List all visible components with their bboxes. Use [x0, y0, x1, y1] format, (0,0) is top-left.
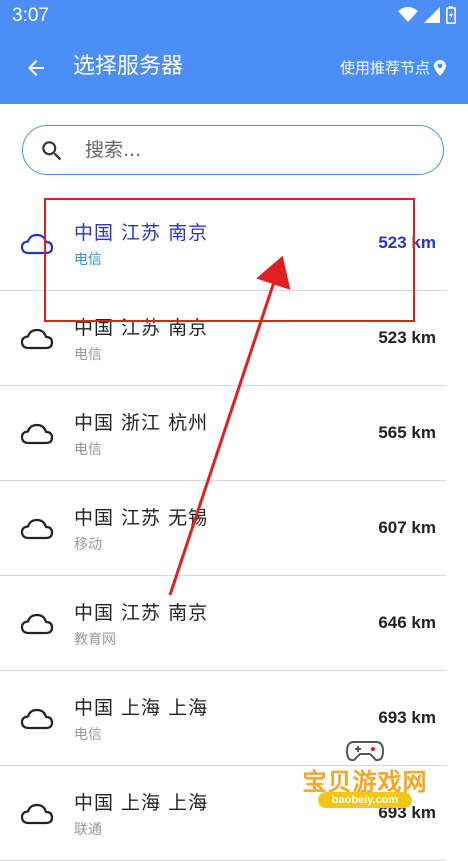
use-recommended-node-button[interactable]: 使用推荐节点 — [340, 57, 446, 78]
server-row[interactable]: 中国 江苏 无锡 移动 607 km — [0, 481, 468, 576]
page-title: 选择服务器 — [73, 54, 184, 79]
server-distance: 523 km — [378, 233, 436, 252]
cloud-icon — [20, 803, 54, 825]
status-time: 3:07 — [12, 5, 49, 26]
server-distance: 693 km — [378, 708, 436, 727]
status-icons — [398, 6, 456, 24]
arrow-left-icon — [28, 60, 44, 76]
cloud-icon — [20, 233, 54, 255]
server-isp: 教育网 — [74, 632, 116, 648]
server-location: 中国 上海 上海 — [74, 697, 209, 719]
gamepad-icon — [346, 741, 384, 762]
server-distance: 565 km — [378, 423, 436, 442]
server-location: 中国 江苏 南京 — [74, 317, 209, 339]
cloud-icon — [20, 423, 54, 445]
cloud-icon — [20, 708, 54, 730]
server-isp: 电信 — [74, 442, 102, 458]
cloud-icon — [20, 518, 54, 540]
status-bar: 3:07 — [0, 0, 468, 32]
search-input[interactable] — [85, 136, 425, 164]
server-isp: 电信 — [74, 252, 102, 268]
app-bar: 选择服务器 使用推荐节点 — [0, 32, 468, 104]
server-isp: 联通 — [74, 822, 102, 838]
server-distance: 646 km — [378, 613, 436, 632]
server-distance: 607 km — [378, 518, 436, 537]
search-bar[interactable] — [22, 125, 444, 175]
server-isp: 电信 — [74, 347, 102, 363]
server-isp: 移动 — [74, 537, 102, 553]
server-row[interactable]: 中国 江苏 南京 电信 523 km — [0, 196, 468, 291]
battery-icon — [446, 6, 456, 24]
server-row[interactable]: 中国 江苏 南京 电信 523 km — [0, 291, 468, 386]
watermark: 宝贝游戏网 baobeiy.com — [290, 740, 440, 812]
server-distance: 523 km — [378, 328, 436, 347]
server-location: 中国 江苏 南京 — [74, 602, 209, 624]
cloud-icon — [20, 613, 54, 635]
back-button[interactable] — [16, 48, 56, 88]
server-row[interactable]: 中国 浙江 杭州 电信 565 km — [0, 386, 468, 481]
location-pin-icon — [434, 59, 446, 76]
server-location: 中国 上海 上海 — [74, 792, 209, 814]
server-location: 中国 江苏 无锡 — [74, 507, 209, 529]
wifi-icon — [398, 7, 418, 22]
server-isp: 电信 — [74, 727, 102, 743]
cloud-icon — [20, 328, 54, 350]
signal-icon — [424, 7, 440, 23]
search-icon — [42, 141, 62, 161]
server-location: 中国 浙江 杭州 — [74, 412, 209, 434]
use-recommended-node-label: 使用推荐节点 — [339, 59, 430, 77]
server-row[interactable]: 中国 江苏 南京 教育网 646 km — [0, 576, 468, 671]
server-location: 中国 江苏 南京 — [74, 222, 209, 244]
watermark-url: baobeiy.com — [318, 792, 412, 808]
